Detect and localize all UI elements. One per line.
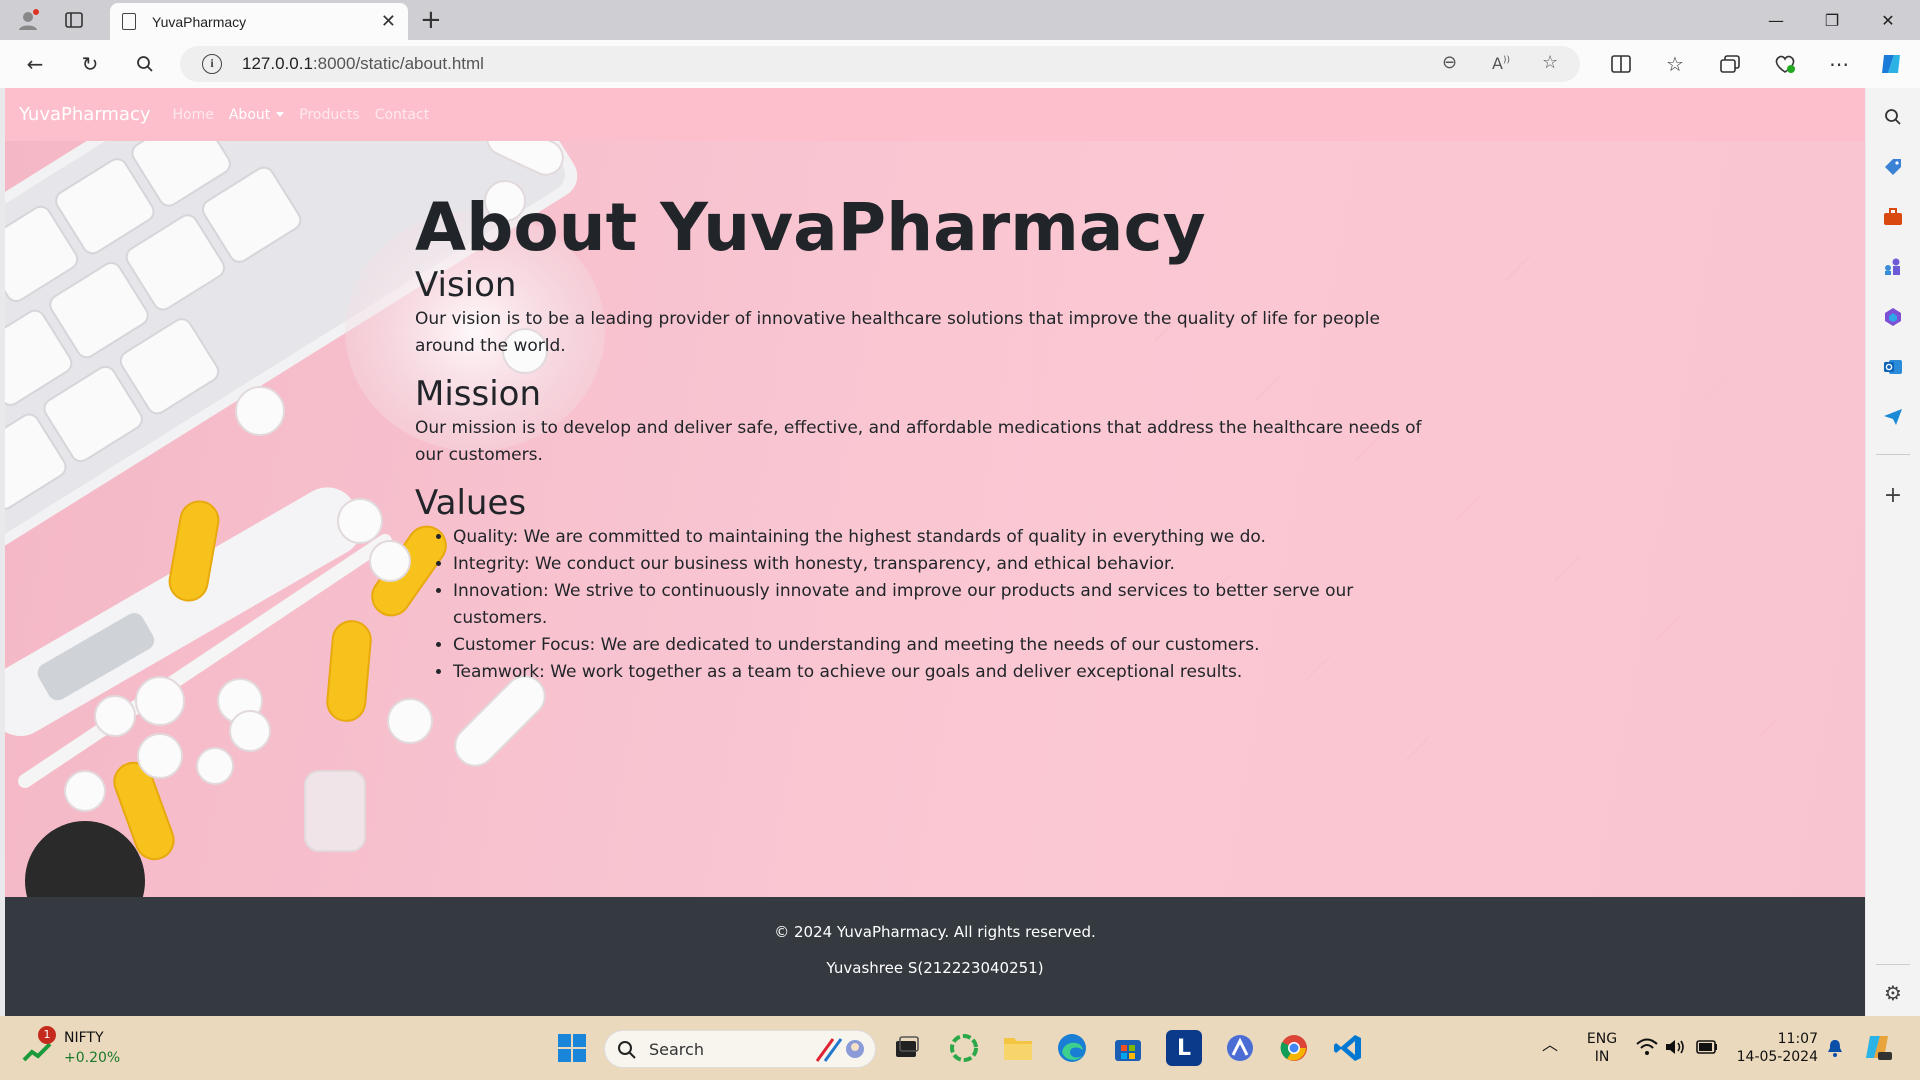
values-heading: Values (415, 482, 527, 523)
microsoft-365-icon[interactable] (1880, 304, 1906, 330)
stock-change: +0.20% (64, 1050, 121, 1066)
vscode-icon[interactable] (1330, 1030, 1366, 1066)
about-content: About YuvaPharmacy Vision Our vision is … (415, 188, 1425, 686)
list-item: Quality: We are committed to maintaining… (453, 524, 1425, 551)
site-brand-link[interactable]: YuvaPharmacy (19, 104, 151, 125)
browser-tab-strip: YuvaPharmacy ✕ + — ❐ ✕ (0, 0, 1920, 40)
split-screen-icon[interactable] (1606, 50, 1636, 78)
tab-actions-icon[interactable] (60, 6, 88, 34)
address-bar[interactable]: i 127.0.0.1:8000/static/about.html ⊖ A))… (180, 46, 1580, 82)
close-tab-icon[interactable]: ✕ (381, 11, 396, 32)
favorites-icon[interactable]: ☆ (1660, 50, 1690, 78)
profile-icon[interactable] (14, 6, 42, 34)
windows-taskbar: 1 NIFTY +0.20% Search L ︿ ENG IN 11:07 1… (0, 1016, 1920, 1080)
list-item: Innovation: We strive to continuously in… (453, 578, 1425, 632)
tools-briefcase-icon[interactable] (1880, 204, 1906, 230)
close-window-button[interactable]: ✕ (1860, 4, 1916, 36)
minimize-button[interactable]: — (1748, 4, 1804, 36)
copilot-app-icon[interactable] (1222, 1030, 1258, 1066)
browser-toolbar: ← ↻ i 127.0.0.1:8000/static/about.html ⊖… (0, 40, 1920, 88)
chevron-down-icon (276, 112, 285, 117)
page-title: About YuvaPharmacy (415, 189, 1206, 266)
nav-home-link[interactable]: Home (173, 107, 214, 123)
list-item: Integrity: We conduct our business with … (453, 551, 1425, 578)
games-chess-icon[interactable] (1880, 254, 1906, 280)
values-list: Quality: We are committed to maintaining… (453, 524, 1425, 686)
footer-author: Yuvashree S(212223040251) (826, 959, 1044, 977)
nav-about-dropdown[interactable]: About (229, 107, 285, 123)
sidebar-settings-gear-icon[interactable]: ⚙ (1880, 980, 1906, 1006)
edge-sidebar: + ⚙ (1866, 88, 1920, 1016)
new-tab-button[interactable]: + (420, 6, 442, 34)
windows-start-icon[interactable] (554, 1030, 590, 1066)
restore-button[interactable]: ❐ (1804, 4, 1860, 36)
vision-text: Our vision is to be a leading provider o… (415, 308, 1380, 356)
search-icon[interactable] (130, 50, 160, 78)
l-app-icon[interactable]: L (1166, 1030, 1202, 1066)
browser-essentials-icon[interactable] (1770, 50, 1800, 78)
browser-tab[interactable]: YuvaPharmacy ✕ (110, 3, 408, 40)
taskbar-search-input[interactable]: Search (604, 1030, 876, 1068)
show-hidden-icons-chevron-icon[interactable]: ︿ (1542, 1036, 1558, 1054)
search-placeholder: Search (649, 1040, 704, 1059)
site-navbar: YuvaPharmacy Home About Products Contact (5, 88, 1865, 141)
outlook-icon[interactable] (1880, 354, 1906, 380)
list-item: Teamwork: We work together as a team to … (453, 659, 1425, 686)
add-sidebar-app-icon[interactable]: + (1880, 482, 1906, 508)
shopping-tag-icon[interactable] (1880, 154, 1906, 180)
task-view-icon[interactable] (888, 1030, 924, 1066)
stock-badge: 1 (38, 1026, 56, 1044)
clock[interactable]: 11:07 14-05-2024 (1732, 1030, 1818, 1066)
url-text[interactable]: 127.0.0.1:8000/static/about.html (242, 54, 484, 74)
site-info-icon[interactable]: i (202, 54, 222, 74)
mission-text: Our mission is to develop and deliver sa… (415, 417, 1422, 465)
page-icon (122, 13, 136, 30)
read-aloud-icon[interactable]: A)) (1492, 54, 1510, 73)
more-menu-icon[interactable]: ⋯ (1824, 50, 1854, 78)
sidebar-search-icon[interactable] (1880, 104, 1906, 130)
volume-icon[interactable] (1664, 1038, 1686, 1061)
back-button[interactable]: ← (20, 50, 50, 78)
sidebar-divider (1876, 454, 1910, 455)
stock-widget[interactable]: 1 NIFTY +0.20% (22, 1026, 142, 1070)
copilot-icon[interactable] (1876, 50, 1906, 78)
wifi-icon[interactable] (1636, 1038, 1658, 1061)
send-drop-icon[interactable] (1880, 404, 1906, 430)
search-highlight-icon (815, 1038, 864, 1062)
file-explorer-icon[interactable] (1000, 1030, 1036, 1066)
chrome-icon[interactable] (1276, 1030, 1312, 1066)
refresh-button[interactable]: ↻ (75, 50, 105, 78)
site-footer: © 2024 YuvaPharmacy. All rights reserved… (5, 897, 1865, 1016)
favorite-star-icon[interactable]: ☆ (1542, 52, 1558, 73)
page-viewport: YuvaPharmacy Home About Products Contact… (5, 88, 1865, 1016)
battery-icon[interactable] (1696, 1040, 1718, 1059)
nav-contact-link[interactable]: Contact (375, 107, 429, 123)
microsoft-store-icon[interactable] (1110, 1030, 1146, 1066)
nav-products-link[interactable]: Products (299, 107, 359, 123)
edge-browser-icon[interactable] (1054, 1030, 1090, 1066)
list-item: Customer Focus: We are dedicated to unde… (453, 632, 1425, 659)
search-icon (618, 1041, 636, 1059)
zoom-out-icon[interactable]: ⊖ (1442, 52, 1457, 73)
copilot-preview-icon[interactable] (1862, 1032, 1892, 1067)
sidebar-divider-bottom (1876, 964, 1910, 965)
notification-bell-icon[interactable] (1826, 1038, 1844, 1063)
mission-heading: Mission (415, 373, 542, 414)
footer-copyright: © 2024 YuvaPharmacy. All rights reserved… (774, 923, 1096, 941)
stock-name: NIFTY (64, 1030, 104, 1046)
tab-title: YuvaPharmacy (152, 13, 247, 30)
app-circle-icon[interactable] (946, 1030, 982, 1066)
language-indicator[interactable]: ENG IN (1580, 1030, 1624, 1066)
vision-heading: Vision (415, 265, 517, 306)
collections-icon[interactable] (1715, 50, 1745, 78)
